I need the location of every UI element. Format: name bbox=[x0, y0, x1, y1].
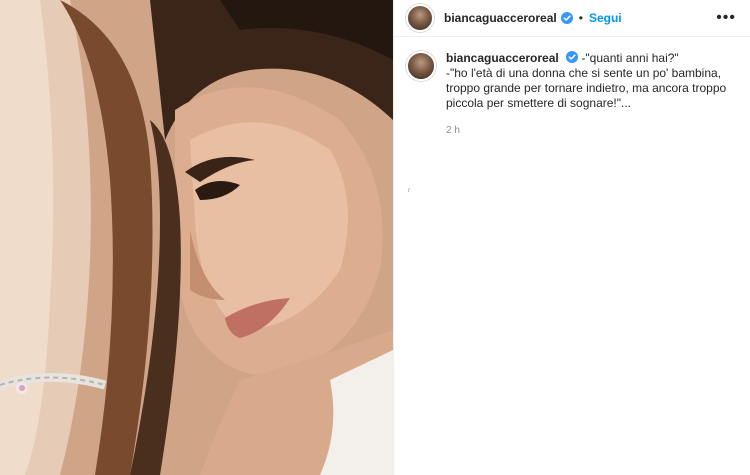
portrait-illustration bbox=[0, 0, 393, 475]
caption-text-line1: -"quanti anni hai?" bbox=[581, 51, 679, 65]
caption-username[interactable]: biancaguacceroreal bbox=[446, 51, 559, 65]
account-username[interactable]: biancaguacceroreal bbox=[444, 11, 557, 25]
caption-text-line2: -"ho l'età di una donna che si sente un … bbox=[446, 66, 727, 110]
caption-comment: biancaguacceroreal -"quanti anni hai?" -… bbox=[394, 37, 750, 138]
post-header: biancaguacceroreal • Segui ••• bbox=[394, 0, 750, 37]
post-timestamp[interactable]: 2 h bbox=[446, 123, 736, 138]
caption-body: biancaguacceroreal -"quanti anni hai?" -… bbox=[446, 51, 736, 138]
follow-button[interactable]: Segui bbox=[589, 11, 622, 25]
verified-badge-icon bbox=[560, 12, 573, 24]
more-options-icon[interactable]: ••• bbox=[716, 10, 736, 26]
post-photo[interactable] bbox=[0, 0, 393, 475]
caption-avatar[interactable] bbox=[406, 51, 436, 81]
header-separator: • bbox=[578, 11, 583, 25]
instagram-post: biancaguacceroreal • Segui ••• biancagua… bbox=[0, 0, 750, 475]
post-side-panel: biancaguacceroreal • Segui ••• biancagua… bbox=[393, 0, 750, 475]
account-avatar[interactable] bbox=[406, 4, 434, 32]
verified-badge-icon bbox=[566, 51, 579, 63]
stray-mark: ʳ bbox=[408, 186, 411, 196]
